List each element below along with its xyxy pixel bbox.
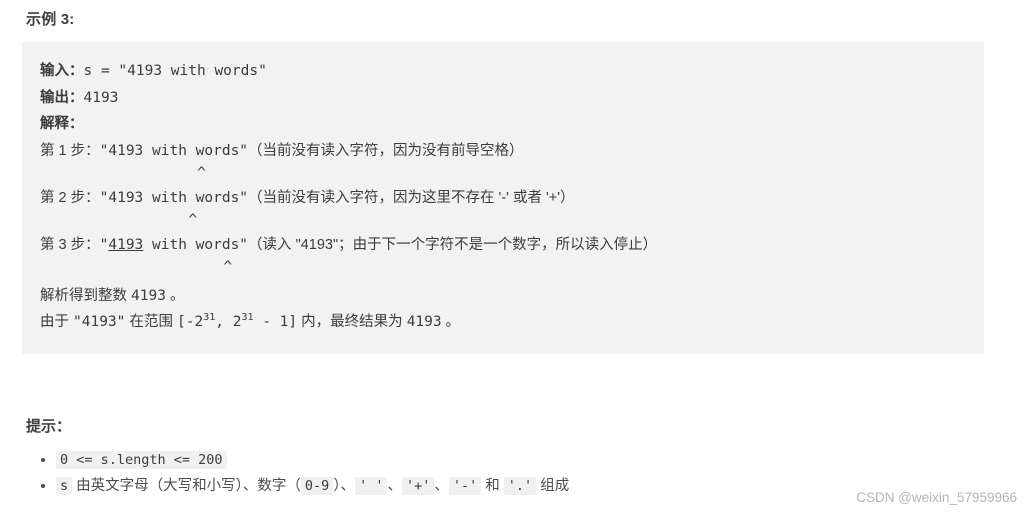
hints-title: 提示： <box>26 418 72 435</box>
hint-2-c2: '+' <box>401 477 435 495</box>
step-2-code: "4193 with words" <box>99 189 249 206</box>
hint-2-c4: '.' <box>503 477 537 495</box>
hint-2-part1: 由英文字母（大写和小写）、数字（ <box>72 478 301 494</box>
hint-2-sep2: 、 <box>434 478 449 494</box>
result-line-1: 解析得到整数 4193 。 <box>40 287 964 304</box>
result-1-value: 4193 <box>131 287 166 304</box>
step-1-line: 第 1 步："4193 with words"（当前没有读入字符，因为没有前导空… <box>40 142 964 159</box>
step-3-caret: ^ <box>40 259 233 275</box>
page-title: 示例 3: <box>26 11 75 28</box>
result-2-f: - 1] <box>253 314 298 330</box>
explain-line: 解释： <box>40 117 964 132</box>
result-line-2: 由于 "4193" 在范围 [-231, 231 - 1] 内，最终结果为 41… <box>40 312 964 330</box>
list-item: 0 <= s.length <= 200 <box>56 448 569 472</box>
result-2-c: 在范围 <box>125 314 177 330</box>
result-2-g: 内，最终结果为 <box>297 314 407 330</box>
hint-2-part2: ）、 <box>333 478 356 494</box>
result-2-b: "4193" <box>73 314 126 330</box>
step-1-note: （当前没有读入字符，因为没有前导空格） <box>248 142 524 159</box>
step-1-code: "4193 with words" <box>99 142 249 159</box>
result-2-d: [-2 <box>176 314 204 330</box>
explain-label: 解释： <box>40 116 84 132</box>
result-2-sup1: 31 <box>203 312 216 324</box>
step-2-note: （当前没有读入字符，因为这里不存在 '-' 或者 '+'） <box>248 189 575 206</box>
output-label: 输出： <box>40 89 84 106</box>
step-3-line: 第 3 步："4193 with words"（读入 "4193"；由于下一个字… <box>40 236 964 253</box>
step-3-prefix: 第 3 步： <box>40 236 100 253</box>
step-2-caret: ^ <box>40 212 198 228</box>
example-code-block: 输入：s = "4193 with words" 输出：4193 解释： 第 1… <box>22 42 984 354</box>
hint-2-code09: 0-9 <box>300 477 334 495</box>
step-3-code-underlined: 4193 <box>108 236 144 253</box>
hint-2-part3: 组成 <box>536 478 570 494</box>
result-2-sup2: 31 <box>241 312 254 324</box>
result-1-a: 解析得到整数 <box>40 287 132 304</box>
hint-2-sep3: 和 <box>481 478 504 494</box>
input-line: 输入：s = "4193 with words" <box>40 64 964 79</box>
hints-list: 0 <= s.length <= 200 s 由英文字母（大写和小写）、数字（0… <box>26 448 569 500</box>
hint-2-c1: ' ' <box>355 477 388 495</box>
result-2-i: 。 <box>441 314 461 330</box>
step-2-prefix: 第 2 步： <box>40 189 100 206</box>
step-3-code-post: with words" <box>143 236 249 253</box>
result-1-c: 。 <box>165 287 185 304</box>
step-1-caret: ^ <box>40 165 206 181</box>
input-value: s = "4193 with words" <box>83 63 267 79</box>
output-value: 4193 <box>83 89 119 106</box>
step-2-line: 第 2 步："4193 with words"（当前没有读入字符，因为这里不存在… <box>40 189 964 206</box>
watermark: CSDN @weixin_57959966 <box>856 490 1017 505</box>
document-page: 示例 3: 输入：s = "4193 with words" 输出：4193 解… <box>0 0 1029 520</box>
hint-1-code: 0 <= s.length <= 200 <box>56 451 227 469</box>
result-2-a: 由于 <box>40 314 74 330</box>
result-2-h: 4193 <box>406 314 442 330</box>
step-1-prefix: 第 1 步： <box>40 142 100 159</box>
output-line: 输出：4193 <box>40 89 964 106</box>
hint-2-s: s <box>56 477 73 495</box>
hint-2-sep1: 、 <box>387 478 402 494</box>
result-2-e: , 2 <box>215 314 242 330</box>
hint-2-c3: '-' <box>448 477 482 495</box>
list-item: s 由英文字母（大写和小写）、数字（0-9）、' '、'+'、'-' 和 '.'… <box>56 474 569 498</box>
input-label: 输入： <box>40 63 84 79</box>
step-3-note: （读入 "4193"；由于下一个字符不是一个数字，所以读入停止） <box>248 236 658 253</box>
